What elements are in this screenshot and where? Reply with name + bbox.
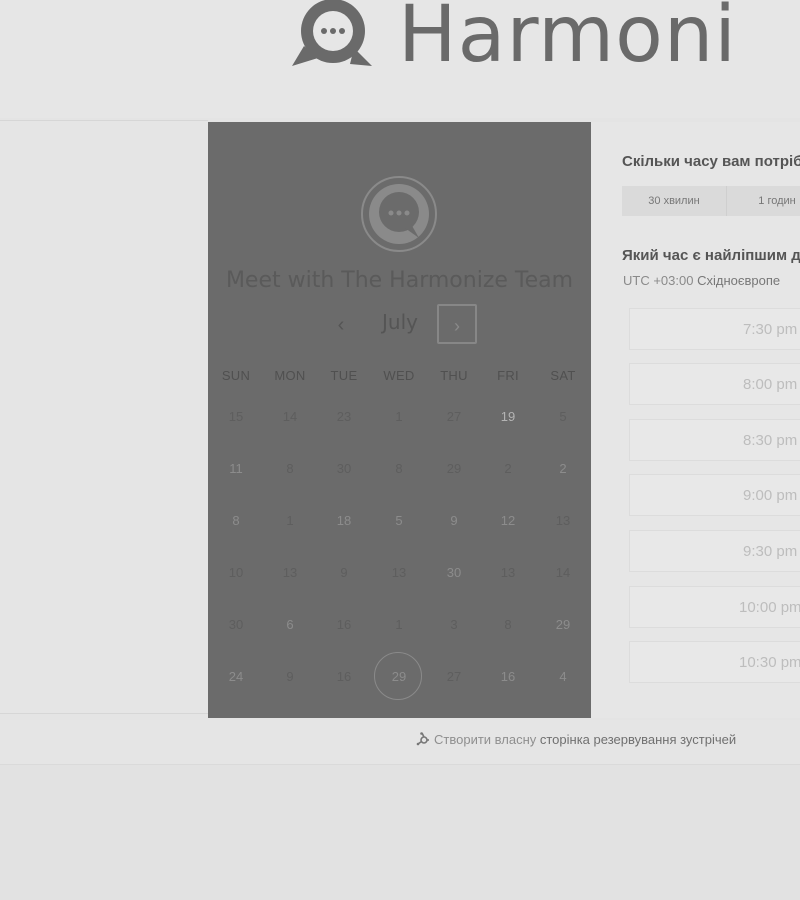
calendar-day[interactable]: 13: [372, 558, 426, 588]
time-slot-label: 7:30 pm: [743, 321, 798, 338]
calendar-day[interactable]: 13: [481, 558, 535, 588]
calendar-day[interactable]: 12: [481, 506, 535, 536]
time-slot[interactable]: 10:30 pm: [629, 641, 800, 683]
weekday-header: SUN MON TUE WED THU FRI SAT: [208, 368, 591, 388]
calendar-day[interactable]: 18: [317, 506, 371, 536]
calendar-day[interactable]: 13: [536, 506, 590, 536]
calendar-day[interactable]: 27: [427, 402, 481, 432]
speech-bubble-icon: [292, 0, 372, 66]
time-slot-label: 9:30 pm: [743, 543, 798, 560]
time-question: Який час є найліпшим д: [622, 247, 800, 264]
calendar-panel: Meet with The Harmonize Team ‹ July › SU…: [208, 122, 591, 718]
calendar-day[interactable]: 4: [536, 662, 590, 692]
calendar-day[interactable]: 8: [209, 506, 263, 536]
time-slot[interactable]: 10:00 pm: [629, 586, 800, 628]
next-month-button[interactable]: ›: [437, 304, 477, 344]
duration-option-30-min[interactable]: 30 хвилин: [622, 186, 727, 216]
calendar-day[interactable]: 19: [481, 402, 535, 432]
calendar-day[interactable]: 2: [481, 454, 535, 484]
calendar-day[interactable]: 15: [209, 402, 263, 432]
page-background: [0, 765, 800, 900]
calendar-day[interactable]: 9: [263, 662, 317, 692]
calendar-day[interactable]: 11: [209, 454, 263, 484]
calendar-day[interactable]: 1: [263, 506, 317, 536]
time-slot[interactable]: 9:30 pm: [629, 530, 800, 572]
calendar-day[interactable]: 3: [427, 610, 481, 640]
team-avatar-icon: [361, 176, 437, 252]
weekday-wed: WED: [383, 368, 415, 383]
calendar-day[interactable]: 23: [317, 402, 371, 432]
weekday-thu: THU: [440, 368, 468, 383]
footer: Створити власну сторінка резервування зу…: [0, 720, 800, 765]
timezone-selector[interactable]: UTC +03:00 Східноєвропе: [623, 273, 780, 288]
weekday-tue: TUE: [330, 368, 358, 383]
duration-selector: 30 хвилин 1 годин: [622, 186, 800, 216]
calendar-day[interactable]: 29: [427, 454, 481, 484]
calendar-day[interactable]: 29: [536, 610, 590, 640]
header: Harmoni: [0, 0, 800, 118]
month-label: July: [382, 310, 418, 334]
time-slot-label: 8:00 pm: [743, 376, 798, 393]
footer-link-text: Створити власну: [434, 732, 540, 747]
create-booking-page-link[interactable]: Створити власну сторінка резервування зу…: [416, 732, 736, 747]
time-slot[interactable]: 8:30 pm: [629, 419, 800, 461]
calendar-day[interactable]: 16: [481, 662, 535, 692]
time-slot-label: 9:00 pm: [743, 487, 798, 504]
calendar-day[interactable]: 10: [209, 558, 263, 588]
time-slot-label: 8:30 pm: [743, 432, 798, 449]
calendar-day[interactable]: 8: [372, 454, 426, 484]
calendar-day[interactable]: 1: [372, 402, 426, 432]
calendar-day[interactable]: 30: [427, 558, 481, 588]
time-slot-label: 10:30 pm: [739, 654, 800, 671]
brand-name: Harmoni: [398, 0, 737, 80]
time-slot[interactable]: 9:00 pm: [629, 474, 800, 516]
weekday-fri: FRI: [497, 368, 519, 383]
calendar-day[interactable]: 5: [372, 506, 426, 536]
calendar-day[interactable]: 30: [317, 454, 371, 484]
left-panel: [0, 120, 208, 714]
calendar-day[interactable]: 13: [263, 558, 317, 588]
calendar-day[interactable]: 14: [263, 402, 317, 432]
weekday-sun: SUN: [221, 368, 251, 383]
calendar-day[interactable]: 1: [372, 610, 426, 640]
calendar-day[interactable]: 2: [536, 454, 590, 484]
weekday-mon: MON: [274, 368, 306, 383]
calendar-day[interactable]: 14: [536, 558, 590, 588]
calendar-day[interactable]: 16: [317, 662, 371, 692]
selected-calendar-day[interactable]: 29: [372, 652, 426, 700]
brand: Harmoni: [288, 0, 737, 76]
calendar-day[interactable]: 9: [317, 558, 371, 588]
time-slot-label: 10:00 pm: [739, 599, 800, 616]
calendar-day[interactable]: 30: [209, 610, 263, 640]
time-slot[interactable]: 7:30 pm: [629, 308, 800, 350]
calendar-day[interactable]: 9: [427, 506, 481, 536]
duration-question: Скільки часу вам потріб: [622, 153, 800, 170]
weekday-sat: SAT: [550, 368, 576, 383]
time-slot[interactable]: 8:00 pm: [629, 363, 800, 405]
calendar-day[interactable]: 24: [209, 662, 263, 692]
calendar-day[interactable]: 6: [263, 610, 317, 640]
timezone-offset: UTC +03:00: [623, 273, 698, 288]
calendar-day[interactable]: 8: [263, 454, 317, 484]
calendar-day[interactable]: 5: [536, 402, 590, 432]
prev-month-button[interactable]: ‹: [328, 312, 354, 338]
month-navigation: ‹ July ›: [208, 304, 591, 346]
duration-option-1-hour[interactable]: 1 годин: [727, 186, 800, 216]
calendar-day[interactable]: 27: [427, 662, 481, 692]
booking-panel: Скільки часу вам потріб 30 хвилин 1 годи…: [591, 122, 800, 718]
footer-link-strong: сторінка резервування зустрічей: [539, 732, 737, 747]
calendar-day[interactable]: 8: [481, 610, 535, 640]
calendar-day[interactable]: 16: [317, 610, 371, 640]
timezone-name: Східноєвропе: [697, 273, 781, 288]
sprocket-icon: [416, 732, 429, 746]
meeting-title: Meet with The Harmonize Team: [225, 268, 574, 293]
